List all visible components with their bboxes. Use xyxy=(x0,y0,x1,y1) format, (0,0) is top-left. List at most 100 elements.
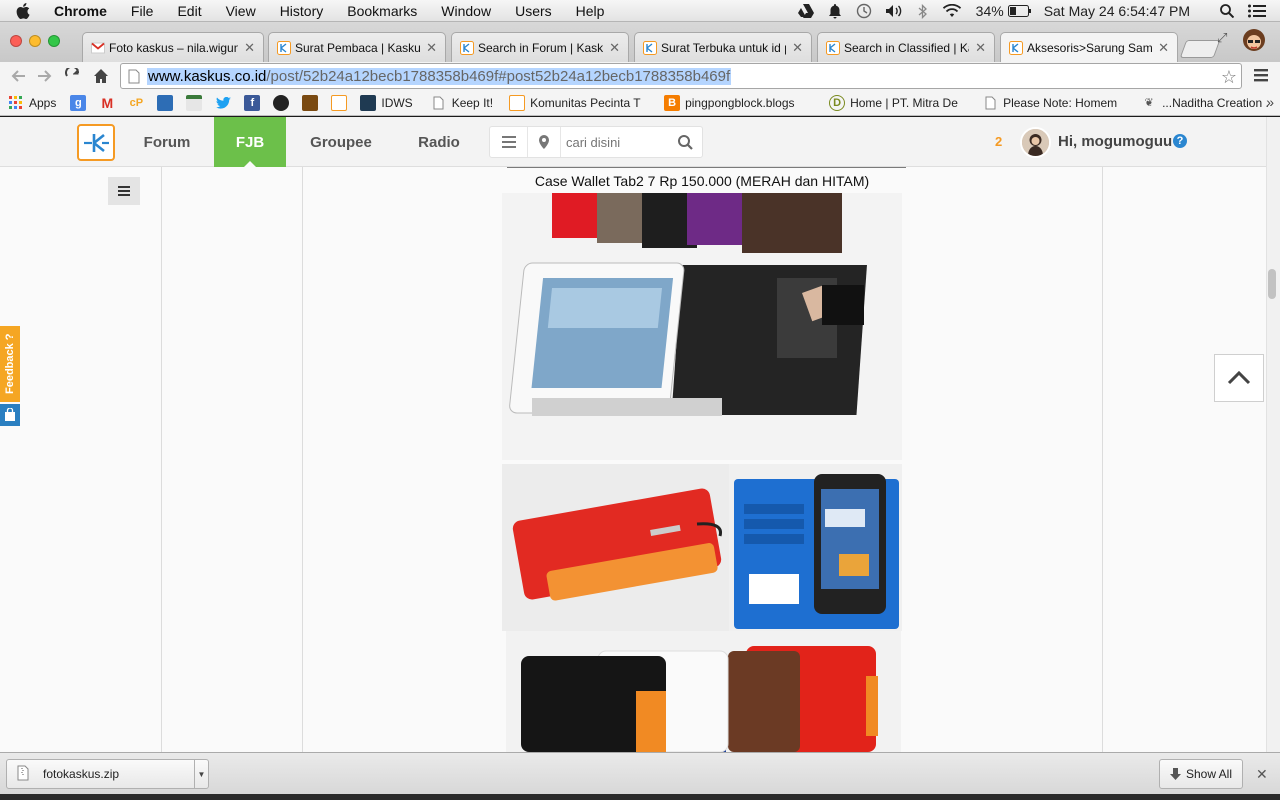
tab-surat-pembaca[interactable]: Surat Pembaca | Kaskus ✕ xyxy=(268,32,446,62)
menu-file[interactable]: File xyxy=(131,3,154,19)
wifi-icon[interactable] xyxy=(942,4,962,18)
close-window-button[interactable] xyxy=(10,35,22,47)
case-wallet-photo-1[interactable] xyxy=(502,193,902,460)
show-all-downloads-button[interactable]: Show All xyxy=(1159,759,1243,789)
bookmark-dark[interactable] xyxy=(273,94,294,111)
kaskus-header: Forum FJB Groupee Radio 2 Hi, mogumoguu … xyxy=(0,117,1280,167)
apple-logo-icon[interactable] xyxy=(16,0,36,22)
spotlight-search-icon[interactable] xyxy=(1220,4,1234,18)
profile-avatar-icon[interactable] xyxy=(1238,26,1270,58)
scroll-to-top-icon[interactable] xyxy=(1214,354,1264,402)
kaskus-icon xyxy=(331,94,348,111)
bookmark-label: Apps xyxy=(29,95,57,110)
menu-window[interactable]: Window xyxy=(441,3,491,19)
zoom-window-button[interactable] xyxy=(48,35,60,47)
notification-bell-icon[interactable] xyxy=(828,3,842,19)
feedback-tab[interactable]: Feedback ? xyxy=(0,326,20,402)
nav-radio[interactable]: Radio xyxy=(410,117,468,167)
tab-aksesoris-active[interactable]: Aksesoris>Sarung Samsu ✕ xyxy=(1000,32,1178,62)
kaskus-icon xyxy=(826,40,840,55)
address-bar[interactable]: www.kaskus.co.id/post/52b24a12becb178835… xyxy=(120,63,1242,89)
restore-window-icon[interactable]: ⤢ xyxy=(1217,30,1227,46)
bookmark-apps[interactable]: Apps xyxy=(8,95,56,111)
tab-close-icon[interactable]: ✕ xyxy=(1158,40,1169,56)
tab-search-forum[interactable]: Search in Forum | Kaskus ✕ xyxy=(451,32,629,62)
category-menu-icon[interactable] xyxy=(492,127,526,157)
reload-icon[interactable] xyxy=(63,66,83,86)
bookmark-brown[interactable] xyxy=(302,94,323,111)
help-icon[interactable]: ? xyxy=(1173,134,1187,148)
tab-gmail[interactable]: Foto kaskus – nila.wigun ✕ xyxy=(82,32,264,62)
bookmark-label: Home | PT. Mitra De xyxy=(850,95,958,110)
bluetooth-icon[interactable] xyxy=(918,3,928,19)
download-options-chevron-icon[interactable]: ▼ xyxy=(194,760,208,788)
menu-edit[interactable]: Edit xyxy=(177,3,201,19)
menu-view[interactable]: View xyxy=(226,3,256,19)
forward-arrow-icon[interactable] xyxy=(35,66,55,86)
scrollbar-thumb[interactable] xyxy=(1268,269,1276,299)
feedback-bag-icon[interactable] xyxy=(0,404,20,426)
kaskus-logo-icon[interactable] xyxy=(77,124,115,161)
location-pin-icon[interactable] xyxy=(527,127,561,157)
user-greeting[interactable]: Hi, mogumoguu xyxy=(1058,133,1172,150)
case-wallet-photo-2b[interactable] xyxy=(729,464,902,631)
bookmark-twitter[interactable] xyxy=(215,95,236,111)
case-wallet-photo-2a[interactable] xyxy=(502,464,729,631)
bookmark-kaskus[interactable] xyxy=(331,94,352,111)
nav-groupee[interactable]: Groupee xyxy=(300,117,382,167)
tab-close-icon[interactable]: ✕ xyxy=(244,40,255,56)
bookmark-please-note[interactable]: Please Note: Homem xyxy=(982,95,1125,111)
chrome-menu-icon[interactable] xyxy=(1254,68,1268,85)
user-avatar[interactable] xyxy=(1020,127,1051,158)
notification-center-icon[interactable] xyxy=(1248,4,1266,18)
back-arrow-icon[interactable] xyxy=(8,66,28,86)
case-wallet-photo-3[interactable] xyxy=(506,631,901,752)
bookmark-blue[interactable] xyxy=(157,94,178,111)
bookmark-facebook[interactable]: f xyxy=(244,94,265,111)
search-icon[interactable] xyxy=(668,127,702,157)
notification-count-badge[interactable]: 2 xyxy=(995,134,1002,149)
tab-close-icon[interactable]: ✕ xyxy=(975,40,986,56)
blogger-icon: B xyxy=(664,94,681,111)
google-drive-icon[interactable] xyxy=(797,4,814,18)
tab-search-classified[interactable]: Search in Classified | Ka ✕ xyxy=(817,32,995,62)
desktop-dock-edge xyxy=(0,794,1280,800)
tab-close-icon[interactable]: ✕ xyxy=(792,40,803,56)
close-download-shelf-icon[interactable]: ✕ xyxy=(1256,766,1268,783)
tab-close-icon[interactable]: ✕ xyxy=(609,40,620,56)
menu-users[interactable]: Users xyxy=(515,3,552,19)
nav-forum[interactable]: Forum xyxy=(134,117,200,167)
post-divider xyxy=(507,167,906,168)
menubar-clock[interactable]: Sat May 24 6:54:47 PM xyxy=(1044,3,1190,19)
minimize-window-button[interactable] xyxy=(29,35,41,47)
bookmark-pingpongblock[interactable]: B pingpongblock.blogs xyxy=(664,94,813,111)
tab-surat-terbuka[interactable]: Surat Terbuka untuk id p ✕ xyxy=(634,32,812,62)
nav-fjb[interactable]: FJB xyxy=(214,117,286,167)
home-icon[interactable] xyxy=(91,66,111,86)
battery-icon[interactable] xyxy=(1007,5,1032,17)
menu-history[interactable]: History xyxy=(280,3,324,19)
bookmark-gmail[interactable]: M xyxy=(99,95,120,111)
page-scrollbar[interactable] xyxy=(1266,117,1280,752)
bookmark-mitra[interactable]: D Home | PT. Mitra De xyxy=(829,94,964,111)
new-tab-button[interactable] xyxy=(1179,40,1221,58)
bookmark-google[interactable]: g xyxy=(70,94,91,111)
time-machine-icon[interactable] xyxy=(856,3,872,19)
bookmark-star-icon[interactable]: ☆ xyxy=(1221,67,1237,88)
volume-icon[interactable] xyxy=(885,4,904,18)
menu-app-chrome[interactable]: Chrome xyxy=(54,3,107,19)
bookmark-idws[interactable]: IDWS xyxy=(360,94,413,111)
search-input[interactable] xyxy=(566,132,666,152)
menu-bookmarks[interactable]: Bookmarks xyxy=(347,3,417,19)
url-text[interactable]: www.kaskus.co.id/post/52b24a12becb178835… xyxy=(147,67,732,85)
bookmark-keep-it[interactable]: Keep It! xyxy=(431,95,493,111)
bookmark-cp[interactable]: cP xyxy=(128,95,149,111)
bookmarks-overflow-icon[interactable]: » xyxy=(1266,94,1274,110)
bookmark-naditha[interactable]: ❦ ...Naditha Creation . xyxy=(1141,95,1280,111)
bookmark-komunitas[interactable]: Komunitas Pecinta T xyxy=(509,94,642,111)
download-item[interactable]: fotokaskus.zip ▼ xyxy=(6,759,209,789)
bookmark-news[interactable] xyxy=(186,94,207,111)
sidebar-toggle-icon[interactable] xyxy=(108,177,140,205)
tab-close-icon[interactable]: ✕ xyxy=(426,40,437,56)
menu-help[interactable]: Help xyxy=(576,3,605,19)
